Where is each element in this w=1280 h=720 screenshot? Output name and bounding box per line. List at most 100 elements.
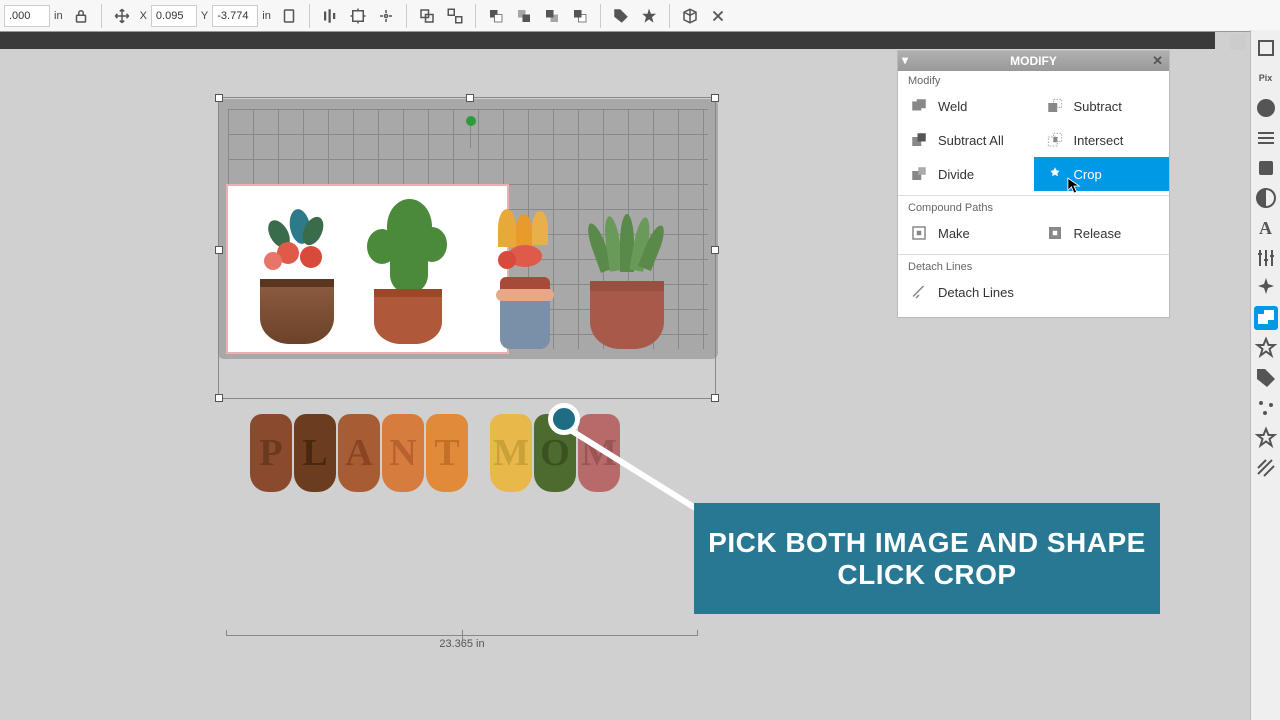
make-button[interactable]: Make [898,216,1034,250]
release-button[interactable]: Release [1034,216,1170,250]
dark-strip [0,32,1215,49]
modify-section-label: Modify [898,71,1169,89]
resize-handle-nw[interactable] [215,94,223,102]
hatch-tab-icon[interactable] [1254,456,1278,480]
bring-forward-icon[interactable] [539,3,565,29]
dim-input[interactable] [4,5,50,27]
plant-image-3 [490,209,560,349]
letter-l: L [294,414,336,492]
crop-button[interactable]: Crop [1034,157,1170,191]
resize-handle-n[interactable] [466,94,474,102]
bring-front-icon[interactable] [567,3,593,29]
scroll-up-arrow[interactable] [1230,34,1246,50]
cursor-icon [1067,177,1081,195]
lines-tab-icon[interactable] [1254,126,1278,150]
y-label: Y [201,10,208,22]
sparkle-tab-icon[interactable] [1254,396,1278,420]
top-toolbar: in X Y in [0,0,1280,32]
x-label: X [140,10,147,22]
tag-icon[interactable] [608,3,634,29]
origin-icon[interactable] [373,3,399,29]
modify-tab-icon[interactable] [1254,306,1278,330]
tag-tab-icon[interactable] [1254,366,1278,390]
palette-tab-icon[interactable] [1254,96,1278,120]
modify-panel: ▾ MODIFY ✕ Modify Weld Subtract Subtract… [897,50,1170,318]
divide-label: Divide [938,167,974,182]
resize-handle-se[interactable] [711,394,719,402]
send-backward-icon[interactable] [511,3,537,29]
callout-marker [548,403,580,435]
plant-image-2 [362,199,452,344]
y-input[interactable] [212,5,258,27]
pattern-tab-icon[interactable] [1254,156,1278,180]
callout-line1: PICK BOTH IMAGE AND SHAPE [708,527,1146,559]
subtract-all-label: Subtract All [938,133,1004,148]
modify-panel-title: MODIFY [1010,54,1057,68]
ruler-bottom: 23.365 in [226,635,698,651]
resize-handle-ne[interactable] [711,94,719,102]
star-icon[interactable] [636,3,662,29]
detach-section-label: Detach Lines [898,254,1169,275]
send-back-icon[interactable] [483,3,509,29]
collapse-icon[interactable]: ▾ [902,53,908,67]
crop-icon [1046,165,1064,183]
weld-button[interactable]: Weld [898,89,1034,123]
adjust-tab-icon[interactable] [1254,246,1278,270]
separator [669,4,670,28]
cube-icon[interactable] [677,3,703,29]
magic-tab-icon[interactable] [1254,276,1278,300]
separator [406,4,407,28]
canvas[interactable]: P L A N T M O M 23.365 in [0,49,895,720]
resize-handle-sw[interactable] [215,394,223,402]
separator [101,4,102,28]
page-icon[interactable] [276,3,302,29]
make-icon [910,224,928,242]
release-label: Release [1074,226,1122,241]
contrast-tab-icon[interactable] [1254,186,1278,210]
lock-aspect-icon[interactable] [68,3,94,29]
plant-image-1 [252,204,342,344]
detach-button[interactable]: Detach Lines [898,275,1169,309]
group-icon[interactable] [414,3,440,29]
subtract-button[interactable]: Subtract [1034,89,1170,123]
resize-handle-w[interactable] [215,246,223,254]
unit-label-2: in [262,10,271,22]
instruction-callout: PICK BOTH IMAGE AND SHAPE CLICK CROP [694,503,1160,614]
divide-button[interactable]: Divide [898,157,1034,191]
layers-tab-icon[interactable] [1254,36,1278,60]
make-label: Make [938,226,970,241]
unit-label: in [54,10,63,22]
star2-tab-icon[interactable] [1254,426,1278,450]
weld-label: Weld [938,99,967,114]
ungroup-icon[interactable] [442,3,468,29]
rotation-line [470,126,471,148]
subtract-icon [1046,97,1064,115]
modify-panel-header[interactable]: ▾ MODIFY ✕ [898,51,1169,71]
callout-line2: CLICK CROP [837,559,1016,591]
close-icon[interactable] [705,3,731,29]
release-icon [1046,224,1064,242]
letter-n: N [382,414,424,492]
letter-a: A [338,414,380,492]
close-icon[interactable]: ✕ [1152,53,1163,69]
center-icon[interactable] [345,3,371,29]
separator [309,4,310,28]
rotation-handle[interactable] [466,116,476,126]
right-sidebar: Pix A [1250,30,1280,720]
pixel-tab-icon[interactable]: Pix [1254,66,1278,90]
divide-icon [910,165,928,183]
separator [600,4,601,28]
subtract-all-icon [910,131,928,149]
separator [475,4,476,28]
x-input[interactable] [151,5,197,27]
intersect-label: Intersect [1074,133,1124,148]
resize-handle-e[interactable] [711,246,719,254]
move-icon[interactable] [109,3,135,29]
align-icon[interactable] [317,3,343,29]
text-tab-icon[interactable]: A [1254,216,1278,240]
intersect-button[interactable]: Intersect [1034,123,1170,157]
subtract-all-button[interactable]: Subtract All [898,123,1034,157]
subtract-label: Subtract [1074,99,1122,114]
letter-p: P [250,414,292,492]
star-tab-icon[interactable] [1254,336,1278,360]
